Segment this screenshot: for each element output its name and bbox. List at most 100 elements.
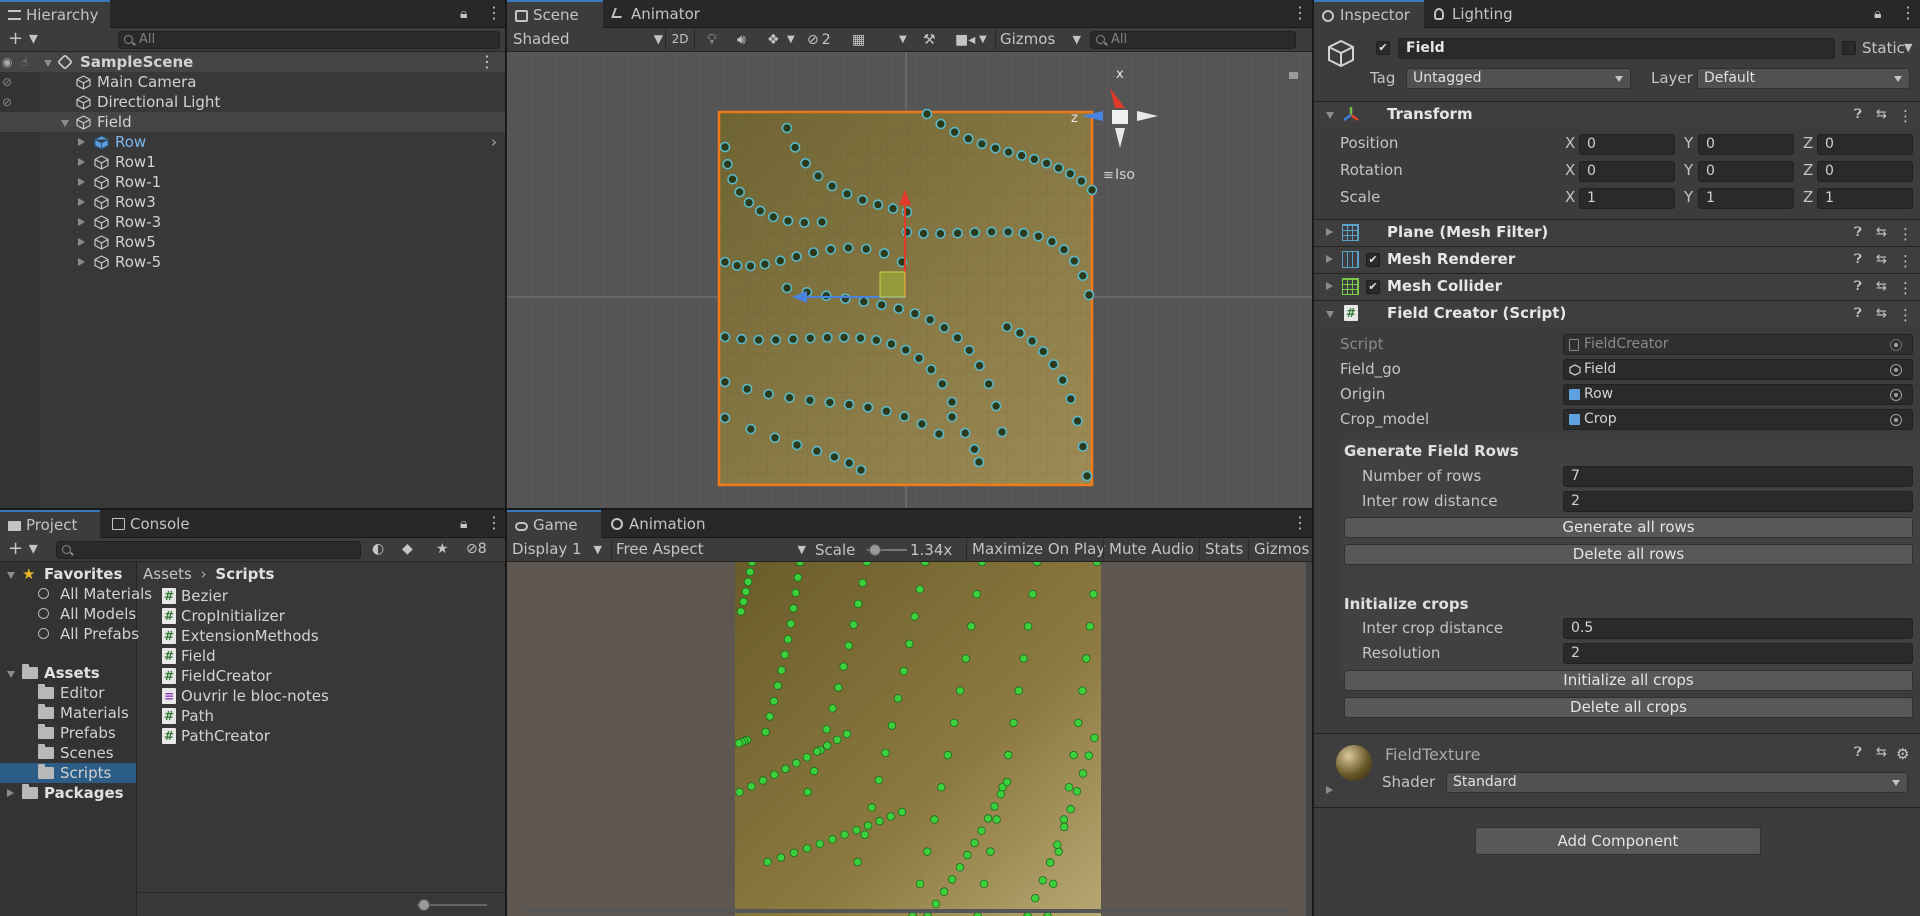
mute-audio-toggle[interactable]: Mute Audio — [1103, 538, 1199, 561]
scene-row[interactable]: ◉ ☝︎ SampleScene ⋮ — [0, 52, 505, 72]
expand-arrow-icon[interactable] — [78, 178, 85, 186]
project-tree-item[interactable]: All Materials — [0, 584, 152, 604]
game-view[interactable] — [507, 562, 1312, 916]
rotation-z-input[interactable]: 0 — [1817, 161, 1913, 182]
scale-slider-handle[interactable] — [869, 544, 881, 556]
project-tree-item[interactable]: Scenes — [0, 743, 136, 763]
hierarchy-item[interactable]: ⊘ Main Camera — [0, 72, 505, 92]
filter-label-icon[interactable]: ◆ — [402, 539, 413, 559]
zoom-slider-handle[interactable] — [418, 899, 430, 911]
position-x-input[interactable]: 0 — [1579, 134, 1675, 155]
presets-icon[interactable]: ⇆ — [1876, 745, 1887, 760]
project-file-item[interactable]: # Path — [140, 706, 505, 726]
aspect-dropdown[interactable]: Free Aspect ▼ — [611, 539, 806, 560]
fold-arrow-icon[interactable] — [1326, 255, 1333, 263]
hidden-objects-icon[interactable]: ⊘ 2 — [807, 30, 831, 50]
help-icon[interactable]: ❓︎ — [1854, 279, 1862, 294]
expand-arrow-icon[interactable] — [78, 218, 85, 226]
hierarchy-item[interactable]: Row5 — [0, 232, 505, 252]
help-icon[interactable]: ❓︎ — [1854, 107, 1862, 122]
generate-all-rows-button[interactable]: Generate all rows — [1344, 517, 1913, 538]
fold-arrow-icon[interactable] — [1326, 311, 1334, 318]
crop-model-field[interactable]: Crop — [1563, 409, 1913, 430]
game-vertical-scrollbar[interactable] — [1306, 562, 1312, 916]
grid-dropdown-icon[interactable]: ▼ — [899, 30, 907, 50]
component-menu-icon[interactable]: ⋮ — [1898, 252, 1913, 270]
scale-z-input[interactable]: 1 — [1817, 188, 1913, 209]
help-icon[interactable]: ❓︎ — [1854, 306, 1862, 321]
hierarchy-item[interactable]: Field — [0, 112, 505, 132]
chevron-right-icon[interactable]: › — [491, 132, 497, 152]
hierarchy-item[interactable]: Row › — [0, 132, 505, 152]
layer-dropdown[interactable]: Default — [1697, 68, 1910, 89]
visibility-icon[interactable]: ◉ — [2, 52, 12, 72]
project-tree-item[interactable]: Editor — [0, 683, 136, 703]
delete-all-crops-button[interactable]: Delete all crops — [1344, 697, 1913, 718]
expand-arrow-icon[interactable] — [7, 572, 15, 579]
hierarchy-item[interactable]: Row3 — [0, 192, 505, 212]
mesh-filter-header[interactable]: Plane (Mesh Filter) ❓︎ ⇆ ⋮ — [1314, 219, 1920, 246]
expand-arrow-icon[interactable] — [7, 789, 14, 797]
visibility-hidden-icon[interactable]: ⊘ — [2, 72, 12, 92]
camera-icon[interactable]: ■◂ — [955, 30, 975, 50]
fold-arrow-icon[interactable] — [1326, 282, 1333, 290]
kebab-menu-icon[interactable]: ⋮ — [486, 3, 502, 23]
favorite-star-icon[interactable]: ★ — [436, 539, 449, 559]
presets-icon[interactable]: ⇆ — [1876, 225, 1887, 240]
hierarchy-item[interactable]: Row1 — [0, 152, 505, 172]
component-menu-icon[interactable]: ⋮ — [1898, 107, 1913, 125]
kebab-menu-icon[interactable]: ⋮ — [1900, 3, 1916, 23]
expand-arrow-icon[interactable] — [7, 671, 15, 678]
mesh-renderer-header[interactable]: ✔ Mesh Renderer ❓︎ ⇆ ⋮ — [1314, 246, 1920, 273]
breadcrumb-assets[interactable]: Assets — [143, 565, 192, 583]
project-file-item[interactable]: ≡ Ouvrir le bloc-notes — [140, 686, 505, 706]
tools-icon[interactable]: ⚒︎ — [923, 30, 936, 50]
scale-x-input[interactable]: 1 — [1579, 188, 1675, 209]
hierarchy-item[interactable]: Row-3 — [0, 212, 505, 232]
object-picker-icon[interactable] — [1890, 414, 1902, 426]
position-y-input[interactable]: 0 — [1698, 134, 1794, 155]
component-menu-icon[interactable]: ⋮ — [1898, 306, 1913, 324]
gameobject-name-input[interactable]: Field — [1398, 38, 1835, 59]
component-menu-icon[interactable]: ⋮ — [1898, 225, 1913, 243]
hierarchy-item[interactable]: ⊘ Directional Light — [0, 92, 505, 112]
expand-arrow-icon[interactable] — [78, 138, 85, 146]
inter-crop-distance-input[interactable]: 0.5 — [1563, 618, 1913, 639]
number-of-rows-input[interactable]: 7 — [1563, 466, 1913, 487]
project-tree-item[interactable]: Scripts — [0, 763, 136, 783]
help-icon[interactable]: ❓︎ — [1854, 745, 1862, 760]
delete-all-rows-button[interactable]: Delete all rows — [1344, 544, 1913, 565]
object-picker-icon[interactable] — [1890, 389, 1902, 401]
project-tree-item[interactable]: Packages — [0, 783, 136, 803]
lock-icon[interactable]: 🔒︎ — [460, 514, 467, 534]
shader-dropdown[interactable]: Standard — [1446, 772, 1908, 793]
grid-snap-icon[interactable]: ▦ — [852, 30, 865, 50]
expand-arrow-icon[interactable] — [78, 158, 85, 166]
breadcrumb-scripts[interactable]: Scripts — [215, 565, 274, 583]
rotation-y-input[interactable]: 0 — [1698, 161, 1794, 182]
lock-icon[interactable]: 🔒︎ — [460, 4, 467, 24]
tab-lighting[interactable]: Lighting — [1426, 0, 1526, 28]
position-z-input[interactable]: 0 — [1817, 134, 1913, 155]
help-icon[interactable]: ❓︎ — [1854, 225, 1862, 240]
origin-field[interactable]: Row — [1563, 384, 1913, 405]
component-menu-icon[interactable]: ⋮ — [1898, 279, 1913, 297]
tab-inspector[interactable]: Inspector — [1314, 0, 1424, 28]
scene-lock-icon[interactable] — [1289, 72, 1298, 79]
game-horizontal-scrollbar[interactable] — [527, 909, 1287, 913]
mesh-collider-enabled-checkbox[interactable]: ✔ — [1366, 280, 1380, 294]
field-go-field[interactable]: Field — [1563, 359, 1913, 380]
game-gizmos-toggle[interactable]: Gizmos — [1248, 538, 1312, 561]
rotation-x-input[interactable]: 0 — [1579, 161, 1675, 182]
static-dropdown-icon[interactable]: ▼ — [1904, 41, 1912, 54]
pickable-icon[interactable]: ☝︎ — [21, 52, 28, 72]
inter-row-distance-input[interactable]: 2 — [1563, 491, 1913, 512]
lock-icon[interactable]: 🔒︎ — [1874, 4, 1881, 24]
mesh-renderer-enabled-checkbox[interactable]: ✔ — [1366, 253, 1380, 267]
scene-search-input[interactable]: All — [1090, 31, 1296, 49]
project-search-input[interactable] — [56, 541, 361, 559]
add-component-button[interactable]: Add Component — [1475, 827, 1761, 855]
fold-arrow-icon[interactable] — [1326, 112, 1334, 119]
project-file-item[interactable]: # FieldCreator — [140, 666, 505, 686]
camera-dropdown-icon[interactable]: ▼ — [979, 30, 987, 50]
